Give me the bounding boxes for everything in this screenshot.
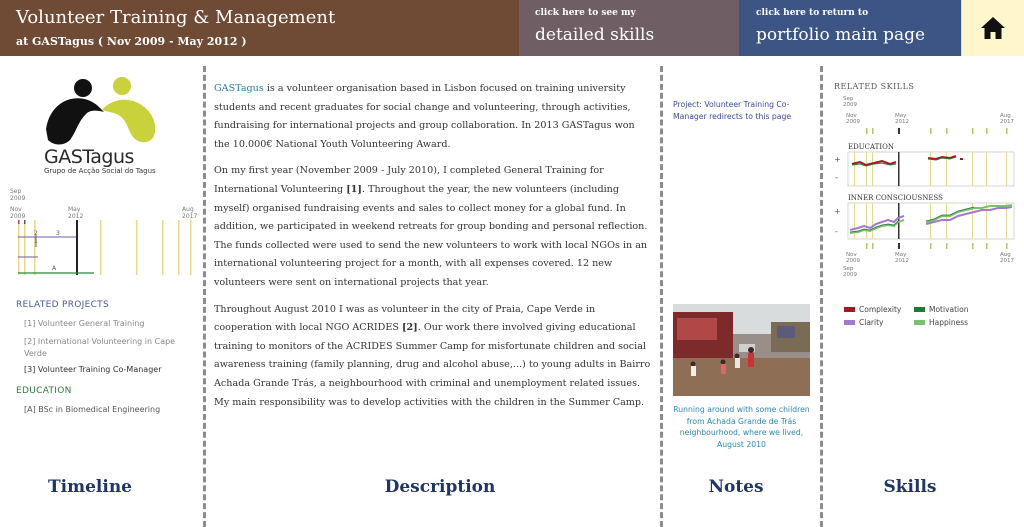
description-paragraph-2: On my first year (November 2009 - July 2…	[214, 165, 648, 288]
portfolio-link-small: click here to return to	[756, 8, 869, 18]
home-icon	[981, 17, 1005, 39]
legend-swatch-motivation	[914, 307, 925, 312]
detailed-skills-link-big: detailed skills	[535, 25, 655, 45]
description-column-title: Description	[384, 477, 496, 497]
logo-wordmark: GASTagus	[44, 146, 134, 168]
column-separator	[203, 66, 206, 527]
related-project-link-1[interactable]: [1] Volunteer General Training	[24, 318, 184, 330]
logo-subtitle: Grupo de Acção Social do Tagus	[44, 167, 156, 175]
legend-item-clarity: Clarity	[844, 318, 914, 327]
timeline-column-title: Timeline	[47, 477, 132, 497]
description-paragraph-3: Throughout August 2010 I was as voluntee…	[214, 303, 651, 408]
page-title: Volunteer Training & Management	[16, 7, 336, 28]
skills-education-minus: -	[835, 173, 838, 182]
education-heading: EDUCATION	[16, 386, 72, 396]
home-button[interactable]	[961, 0, 1024, 56]
portfolio-link-big: portfolio main page	[756, 25, 926, 45]
column-separator	[820, 66, 823, 527]
skills-label-sep-2009-bottom-year: 2009	[843, 272, 857, 277]
description-text: GASTagus is a volunteer organisation bas…	[214, 80, 652, 420]
skills-inner-minus: -	[835, 227, 838, 236]
portfolio-main-page-link[interactable]: click here to return to portfolio main p…	[739, 0, 961, 56]
tl-label-sep-2009: Sep 2009	[10, 188, 26, 202]
related-projects-heading: RELATED PROJECTS	[16, 300, 109, 310]
page-subtitle: at GASTagus ( Nov 2009 - May 2012 )	[16, 35, 247, 48]
notes-column-title: Notes	[708, 477, 764, 497]
project-ref-1[interactable]: [1]	[346, 184, 362, 195]
column-separator	[660, 66, 663, 527]
legend-swatch-clarity	[844, 320, 855, 325]
skills-label-aug-2017-year: 2017	[1000, 119, 1014, 125]
timeline-marker-a: A	[52, 265, 57, 272]
skills-label-may-2012-year: 2012	[895, 119, 909, 125]
page-header: Volunteer Training & Management at GASTa…	[0, 0, 519, 56]
project-ref-2[interactable]: [2]	[402, 322, 418, 333]
skills-column-title: Skills	[883, 477, 937, 497]
education-link-a[interactable]: [A] BSc in Biomedical Engineering	[24, 404, 184, 416]
legend-swatch-complexity	[844, 307, 855, 312]
legend-item-happiness: Happiness	[914, 318, 984, 327]
skills-legend: Complexity Motivation Clarity Happiness	[844, 303, 984, 329]
project-redirect-note[interactable]: Project: Volunteer Training Co-Manager r…	[673, 99, 808, 123]
detailed-skills-link[interactable]: click here to see my detailed skills	[519, 0, 739, 56]
legend-swatch-happiness	[914, 320, 925, 325]
skills-inner-consciousness-label: INNER CONSCIOUSNESS	[848, 194, 943, 202]
description-paragraph-1: GASTagus is a volunteer organisation bas…	[214, 83, 635, 150]
skills-education-plus: +	[834, 155, 841, 164]
timeline-marker-3: 3	[56, 230, 60, 237]
related-skills-heading: RELATED SKILLS	[834, 82, 915, 91]
cape-verde-photo	[673, 304, 810, 396]
skills-label-nov-2009-bottom-year: 2009	[846, 258, 860, 264]
skills-label-nov-2009-year: 2009	[846, 119, 860, 125]
skills-label-aug-2017-bottom-year: 2017	[1000, 258, 1014, 264]
detailed-skills-link-small: click here to see my	[535, 8, 636, 18]
related-project-link-2[interactable]: [2] International Volunteering in Cape V…	[24, 336, 184, 360]
gastagus-link[interactable]: GASTagus	[214, 83, 264, 94]
skills-label-may-2012-bottom-year: 2012	[895, 258, 909, 264]
skills-inner-plus: +	[834, 207, 841, 216]
legend-item-motivation: Motivation	[914, 305, 984, 314]
timeline-marker-2: 2	[34, 230, 38, 237]
related-project-link-3[interactable]: [3] Volunteer Training Co-Manager	[24, 364, 184, 376]
skills-education-label: EDUCATION	[848, 143, 894, 151]
project-timeline-chart: 2 1 3 A	[18, 220, 192, 275]
skills-label-sep-2009-year: 2009	[843, 102, 857, 108]
photo-caption: Running around with some children from A…	[673, 405, 810, 449]
timeline-marker-1: 1	[34, 238, 38, 245]
legend-item-complexity: Complexity	[844, 305, 914, 314]
skills-timeline-chart: Sep 2009 Nov 2009 May 2012 Aug 2017 EDUC…	[834, 96, 1014, 277]
